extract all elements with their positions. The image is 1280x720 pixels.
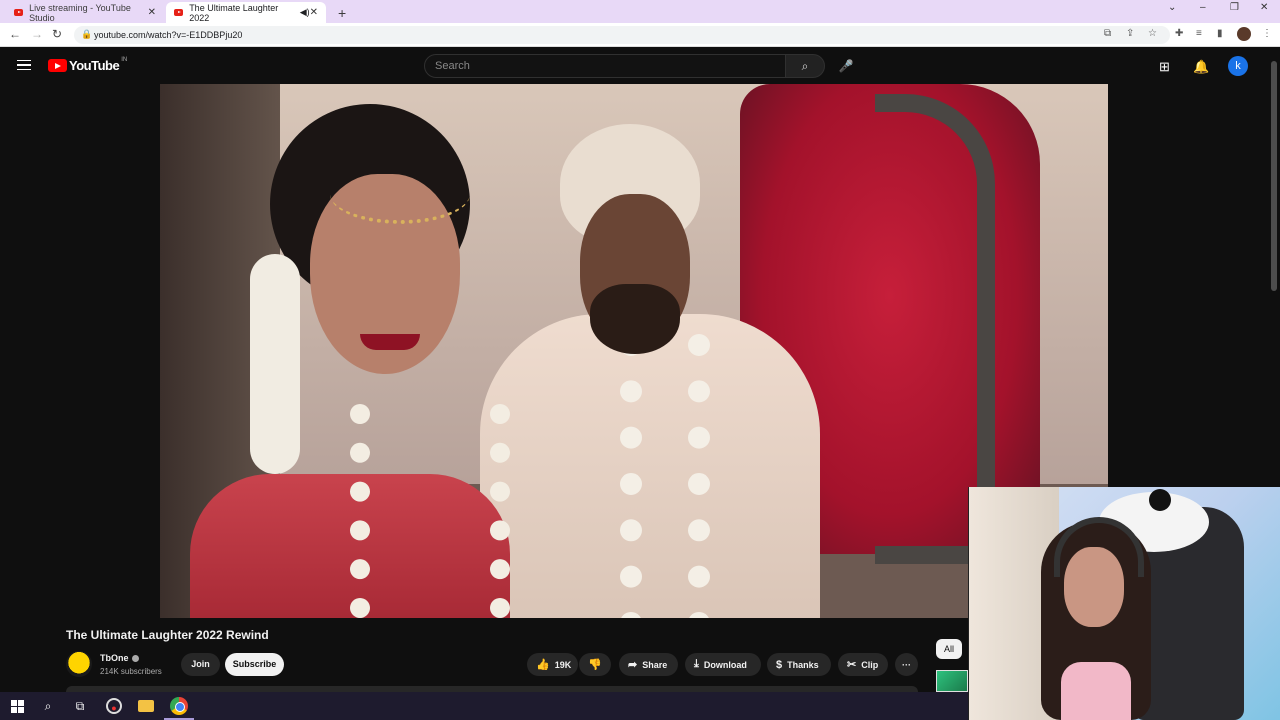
youtube-header: YouTube IN Search ⌕ 🎤 ⊞ 🔔 k — [0, 47, 1280, 84]
windows-start-icon[interactable] — [9, 698, 25, 714]
recording-app-icon[interactable]: ● — [106, 698, 122, 714]
reading-list-icon[interactable]: ≡ — [1196, 28, 1202, 39]
channel-name[interactable]: TbOne — [100, 653, 139, 663]
profile-avatar-icon[interactable] — [1237, 27, 1251, 41]
scrollbar-thumb[interactable] — [1271, 61, 1277, 291]
share-label: Share — [642, 659, 668, 670]
url-text: youtube.com/watch?v=-E1DDBPju20 — [94, 30, 243, 40]
browser-toolbar: ← → ↻ 🔒 youtube.com/watch?v=-E1DDBPju20 … — [0, 23, 1280, 47]
new-tab-button[interactable]: + — [330, 2, 350, 23]
file-explorer-icon[interactable] — [138, 700, 154, 712]
download-icon: ⤓ — [694, 658, 699, 670]
video-info-section: The Ultimate Laughter 2022 Rewind TbOne … — [0, 618, 968, 692]
join-button[interactable]: Join — [181, 653, 220, 676]
create-video-icon[interactable]: ⊞ — [1159, 59, 1170, 75]
thumbs-down-icon: 👎 — [588, 659, 602, 671]
reload-icon[interactable]: ↻ — [52, 27, 62, 41]
chrome-taskbar-icon[interactable] — [170, 697, 188, 715]
window-close-button[interactable]: ✕ — [1260, 2, 1268, 13]
clip-label: Clip — [861, 659, 879, 670]
account-avatar[interactable]: k — [1228, 56, 1248, 76]
tab-search-chevron-icon[interactable]: ⌄ — [1168, 2, 1176, 13]
address-bar[interactable]: 🔒 youtube.com/watch?v=-E1DDBPju20 — [74, 26, 1170, 44]
hamburger-menu-icon[interactable] — [17, 60, 31, 70]
browser-tab-strip: Live streaming - YouTube Studio ✕ The Ul… — [0, 0, 1280, 23]
youtube-play-logo-icon — [48, 59, 67, 72]
logo-text: YouTube — [69, 58, 120, 73]
share-page-icon[interactable]: ⇪ — [1126, 28, 1134, 39]
clip-button[interactable]: ✂ Clip — [838, 653, 888, 676]
extensions-puzzle-icon[interactable]: ✚ — [1175, 28, 1183, 39]
tab-youtube-studio[interactable]: Live streaming - YouTube Studio ✕ — [6, 2, 164, 23]
download-button[interactable]: ⤓ Download — [685, 653, 761, 676]
thumbs-up-icon: 👍 — [536, 659, 550, 671]
streamer-webcam-overlay — [968, 487, 1280, 720]
video-scene-groom — [470, 124, 830, 618]
like-count: 19K — [554, 659, 572, 670]
windows-taskbar: ⌕ ⧉ ● — [0, 692, 968, 720]
channel-avatar[interactable] — [66, 651, 92, 677]
tab-title: The Ultimate Laughter 2022 — [189, 2, 279, 23]
like-button[interactable]: 👍 19K — [527, 653, 578, 676]
verified-check-icon — [131, 655, 139, 663]
thanks-label: Thanks — [787, 659, 819, 670]
country-code: IN — [121, 56, 128, 63]
download-label: Download — [703, 659, 747, 670]
more-actions-button[interactable]: ··· — [895, 653, 918, 676]
browser-menu-icon[interactable]: ⋮ — [1262, 28, 1272, 39]
recommended-video-thumbnail[interactable] — [936, 670, 968, 692]
video-player[interactable] — [160, 84, 1108, 618]
tab-ultimate-laughter[interactable]: The Ultimate Laughter 2022 ◀) ✕ — [166, 2, 326, 23]
subscriber-count: 214K subscribers — [100, 667, 162, 676]
audio-playing-icon[interactable]: ◀) — [300, 7, 310, 18]
youtube-favicon-icon — [174, 9, 184, 16]
subscribe-button[interactable]: Subscribe — [225, 653, 284, 676]
voice-search-mic-icon[interactable]: 🎤 — [834, 54, 858, 78]
close-tab-icon[interactable]: ✕ — [310, 7, 318, 18]
dislike-button[interactable]: 👎 — [579, 653, 611, 676]
share-arrow-icon: ➦ — [628, 659, 638, 671]
chip-all[interactable]: All — [936, 639, 962, 659]
search-icon: ⌕ — [801, 59, 809, 73]
video-scene-bride — [190, 104, 510, 618]
youtube-logo[interactable]: YouTube IN — [48, 56, 128, 73]
notifications-bell-icon[interactable]: 🔔 — [1193, 59, 1209, 75]
search-input[interactable]: Search — [424, 54, 786, 78]
share-button[interactable]: ➦ Share — [619, 653, 678, 676]
close-tab-icon[interactable]: ✕ — [148, 7, 156, 18]
lock-icon[interactable]: 🔒 — [81, 29, 92, 40]
forward-arrow-icon[interactable]: → — [31, 27, 43, 41]
bookmark-star-icon[interactable]: ☆ — [1148, 28, 1157, 39]
install-app-icon[interactable]: ⧉ — [1104, 28, 1111, 39]
minimize-button[interactable]: – — [1200, 2, 1206, 13]
tab-title: Live streaming - YouTube Studio — [29, 2, 131, 23]
video-title: The Ultimate Laughter 2022 Rewind — [66, 628, 269, 642]
thanks-button[interactable]: $ Thanks — [767, 653, 831, 676]
search-button[interactable]: ⌕ — [785, 54, 825, 78]
side-panel-icon[interactable]: ▮ — [1217, 28, 1223, 39]
super-thanks-icon: $ — [776, 658, 783, 671]
youtube-favicon-icon — [14, 9, 24, 16]
restore-button[interactable]: ❐ — [1230, 2, 1239, 13]
back-arrow-icon[interactable]: ← — [9, 27, 21, 41]
scissors-icon: ✂ — [847, 659, 857, 671]
taskbar-search-icon[interactable]: ⌕ — [40, 698, 56, 714]
task-view-icon[interactable]: ⧉ — [72, 698, 88, 714]
